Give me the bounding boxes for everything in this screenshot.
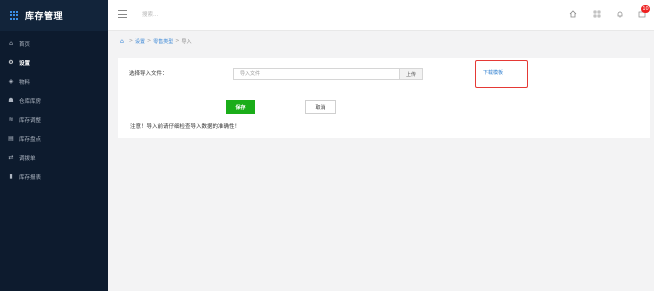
sidebar-item-stock-adjust[interactable]: ≋ 库存调整 [0, 110, 108, 129]
upload-button[interactable]: 上传 [400, 68, 423, 80]
download-template-highlight: 下载模板 [475, 60, 528, 88]
warehouse-icon: ☗ [8, 96, 14, 104]
app-logo[interactable]: 库存管理 [0, 0, 108, 31]
breadcrumb-separator: > [175, 38, 180, 44]
search-input[interactable] [142, 9, 262, 21]
sidebar-item-label: 首页 [19, 41, 31, 48]
sidebar-item-materials[interactable]: ◈ 物料 [0, 72, 108, 91]
sidebar-item-label: 调拨单 [19, 155, 36, 162]
sidebar-item-settings[interactable]: ⚙ 设置 [0, 53, 108, 72]
breadcrumb-retail-type[interactable]: 零售类型 [153, 38, 173, 45]
gear-icon: ⚙ [8, 58, 14, 66]
breadcrumb-settings[interactable]: 设置 [135, 38, 145, 45]
download-template-link[interactable]: 下载模板 [483, 69, 503, 76]
sidebar-item-label: 物料 [19, 79, 31, 86]
breadcrumb-separator: > [147, 38, 152, 44]
cube-icon: ◈ [8, 77, 14, 85]
import-file-label: 选择导入文件： [129, 71, 168, 77]
sidebar-item-label: 库存调整 [19, 117, 42, 124]
apps-grid-icon[interactable] [592, 9, 602, 19]
bar-chart-icon: ▮ [9, 172, 13, 180]
sidebar-item-stocktake[interactable]: ▤ 库存盘点 [0, 129, 108, 148]
transfer-icon: ⇄ [8, 153, 14, 161]
clipboard-icon: ▤ [8, 134, 14, 142]
import-file-field[interactable] [233, 68, 400, 80]
breadcrumb-current: 导入 [181, 38, 192, 45]
home-icon[interactable]: ⌂ [120, 38, 124, 45]
home-icon[interactable] [568, 9, 578, 19]
sidebar-item-label: 设置 [19, 60, 31, 67]
cancel-button[interactable]: 取消 [305, 100, 336, 114]
breadcrumb: ⌂ > 设置 > 零售类型 > 导入 [120, 36, 191, 46]
import-warning-note: 注意！导入前请仔细检查导入数据的准确性！ [130, 124, 241, 130]
sidebar-item-label: 仓库库房 [19, 98, 42, 105]
sidebar-menu: ⌂ 首页 ⚙ 设置 ◈ 物料 ☗ 仓库库房 ≋ 库存调整 ▤ 库存盘点 ⇄ 调拨… [0, 34, 108, 186]
top-bar: 10 [108, 0, 654, 31]
sidebar-item-home[interactable]: ⌂ 首页 [0, 34, 108, 53]
hamburger-menu-icon[interactable] [118, 10, 127, 18]
sidebar-item-reports[interactable]: ▮ 库存报表 [0, 167, 108, 186]
breadcrumb-separator: > [128, 38, 134, 44]
notification-badge: 10 [641, 5, 650, 13]
home-icon: ⌂ [9, 39, 13, 47]
sidebar: 库存管理 ⌂ 首页 ⚙ 设置 ◈ 物料 ☗ 仓库库房 ≋ 库存调整 ▤ 库存盘点… [0, 0, 108, 291]
sidebar-item-transfer[interactable]: ⇄ 调拨单 [0, 148, 108, 167]
bell-icon[interactable] [615, 9, 625, 19]
main-content: ⌂ > 设置 > 零售类型 > 导入 选择导入文件： 上传 下载模板 保存 取消… [108, 31, 654, 291]
app-title: 库存管理 [25, 12, 64, 22]
sidebar-item-label: 库存盘点 [19, 136, 42, 143]
adjust-icon: ≋ [8, 115, 14, 123]
save-button[interactable]: 保存 [226, 100, 255, 114]
grid-menu-icon [10, 11, 19, 20]
sidebar-item-label: 库存报表 [19, 174, 42, 181]
sidebar-item-warehouse[interactable]: ☗ 仓库库房 [0, 91, 108, 110]
import-form-panel: 选择导入文件： 上传 下载模板 保存 取消 注意！导入前请仔细检查导入数据的准确… [118, 58, 650, 138]
